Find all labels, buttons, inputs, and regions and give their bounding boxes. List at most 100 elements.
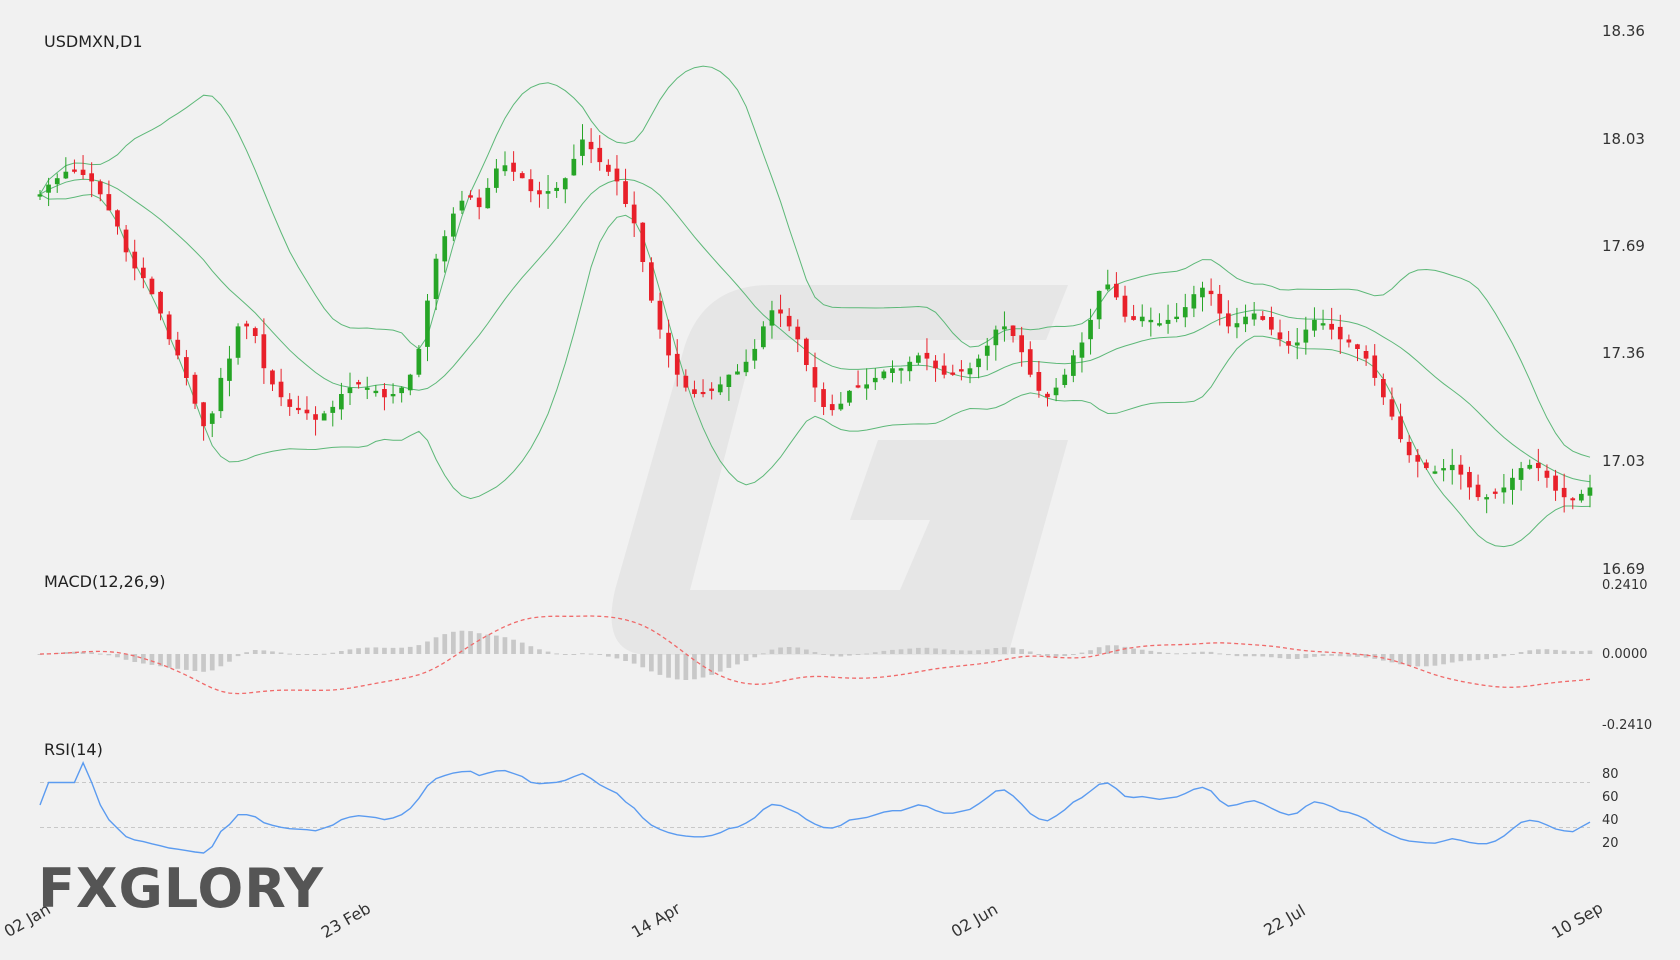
macd-bar (959, 650, 964, 654)
candle (1096, 290, 1102, 330)
macd-bar (717, 654, 723, 672)
candle-body (296, 407, 301, 411)
candle (1139, 304, 1145, 327)
macd-bar (580, 653, 585, 655)
candle-body (1303, 329, 1309, 343)
candle (1492, 488, 1498, 499)
candle-body (580, 139, 585, 156)
candle-body (459, 200, 465, 211)
candle (1114, 272, 1119, 300)
candle-body (270, 370, 275, 385)
candle-body (1139, 316, 1145, 322)
macd-bar (864, 653, 869, 655)
price-axis-tick: 18.36 (1602, 22, 1645, 40)
macd-bar (1045, 654, 1050, 656)
candle (425, 293, 430, 362)
candle (1165, 304, 1171, 334)
candle-body (218, 377, 224, 412)
candle-body (976, 358, 981, 368)
macd-bar (1510, 654, 1515, 655)
macd-bar (933, 648, 938, 654)
candle-body (382, 389, 387, 398)
rsi-axis-tick: 20 (1602, 836, 1619, 851)
candle (1200, 281, 1205, 312)
candle-body (1329, 323, 1334, 330)
candle-body (1432, 471, 1438, 474)
candle (1587, 474, 1593, 508)
macd-bar (502, 637, 508, 654)
rsi-pane-label: RSI(14) (44, 740, 103, 759)
macd-bar (1346, 654, 1352, 657)
candle (1243, 304, 1248, 333)
candle (1475, 474, 1481, 501)
candle (227, 345, 232, 397)
macd-bar (1053, 654, 1059, 657)
macd-bar (1191, 652, 1197, 654)
candle (580, 124, 585, 166)
macd-bar (1329, 654, 1334, 656)
macd-bar (1208, 651, 1214, 654)
macd-bar (554, 653, 559, 655)
candle (1251, 302, 1257, 326)
candle-body (235, 326, 241, 358)
candle (1157, 313, 1162, 327)
macd-bar (1501, 654, 1507, 657)
macd-bar (175, 654, 181, 669)
candle (1234, 307, 1240, 339)
candle (571, 144, 577, 176)
candle-body (1182, 307, 1188, 318)
macd-bar (1010, 647, 1016, 654)
macd-bar (347, 649, 353, 654)
macd-bar (666, 654, 671, 678)
candle-body (468, 195, 473, 198)
candle-body (1036, 372, 1042, 391)
candle (382, 383, 387, 411)
candle (898, 367, 904, 384)
candle (554, 182, 559, 198)
candle-body (519, 173, 525, 179)
candle (364, 376, 370, 400)
candle-body (149, 278, 155, 295)
candle-body (683, 375, 689, 388)
candle-body (1553, 475, 1558, 491)
candle (261, 318, 267, 384)
macd-bar (786, 647, 792, 654)
macd-bar (1079, 652, 1085, 654)
candle-body (864, 384, 869, 389)
candle (528, 169, 534, 203)
candle (907, 356, 913, 382)
candle (278, 368, 284, 407)
macd-bar (97, 653, 103, 655)
candle-body (1019, 335, 1024, 353)
candle (872, 368, 878, 390)
candle-body (106, 194, 112, 211)
candle (890, 360, 895, 383)
macd-bar (804, 649, 809, 654)
macd-bar (640, 654, 646, 668)
candle-body (209, 413, 215, 424)
macd-bar (227, 654, 232, 662)
candle (1071, 350, 1076, 383)
candle-body (1579, 493, 1584, 501)
candle-body (313, 414, 318, 420)
macd-bar (829, 654, 835, 657)
candle-body (812, 367, 818, 388)
candle-body (89, 173, 94, 182)
macd-bar (976, 650, 981, 654)
candle-body (562, 178, 568, 190)
candle (502, 151, 508, 176)
candle-body (330, 406, 336, 413)
macd-bar (778, 647, 783, 654)
macd-axis-tick: 0.2410 (1602, 578, 1648, 593)
watermark-shape (611, 285, 1068, 655)
macd-bar (1174, 653, 1179, 655)
candle (1286, 330, 1291, 354)
macd-bar (545, 651, 551, 654)
candle-body (838, 403, 844, 410)
candle-body (1122, 295, 1128, 317)
candle (1424, 459, 1429, 470)
candle (537, 181, 542, 208)
candle-body (304, 409, 310, 414)
candle-body (1157, 323, 1162, 326)
candle (967, 362, 973, 384)
